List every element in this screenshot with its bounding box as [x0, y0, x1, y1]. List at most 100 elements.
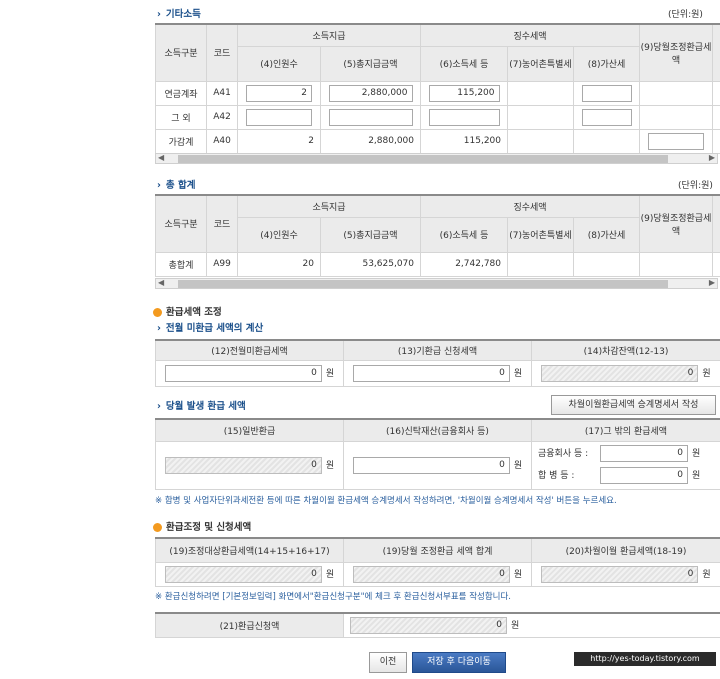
tax-input[interactable]	[428, 108, 500, 126]
table-cell: 2	[237, 80, 321, 106]
table-cell	[639, 251, 713, 277]
col-income-tax: (6)소득세 등	[420, 45, 508, 82]
applied-refund-input[interactable]: 0	[352, 364, 510, 382]
table-cell: (20)차월이월 환급세액(18-19)	[531, 537, 720, 563]
balance-field: 0	[541, 364, 699, 382]
table-cell: 그 외	[155, 104, 207, 130]
refund-request-note: ※ 환급신청하려면 [기본정보입력] 화면에서"환급신청구분"에 체크 후 환급…	[155, 592, 511, 602]
bullet-icon	[153, 523, 162, 532]
horizontal-scrollbar[interactable]: ◀ ▶	[155, 153, 718, 164]
col-code: 코드	[206, 23, 238, 82]
section-title-other-income: › 기타소득	[157, 9, 201, 20]
col-penalty-tax: (8)가산세	[573, 45, 640, 82]
bullet-icon	[153, 308, 162, 317]
table-cell: 징수세액	[420, 194, 640, 218]
carryover-statement-button[interactable]: 차월이월환급세액 승계명세서 작성	[551, 395, 716, 415]
table-cell: (6)소득세 등	[420, 216, 508, 253]
table-cell: 2,880,000	[320, 80, 421, 106]
table-cell: 0원	[343, 561, 532, 587]
table-row: 그 외 A42	[155, 104, 720, 130]
table-cell: A41	[206, 80, 238, 106]
table-cell: 115,200	[420, 80, 508, 106]
table-cell: 0원	[531, 359, 720, 387]
current-refund-table: (15)일반환급 (16)신탁재산(금융회사 등) (17)그 밖의 환급세액 0원…	[155, 418, 720, 490]
table-cell: (14)차감잔액(12-13)	[531, 339, 720, 361]
table-cell: 총합계	[155, 251, 207, 277]
general-refund-field: 0	[164, 456, 322, 474]
people-input[interactable]: 2	[246, 84, 312, 102]
refund-request-table: (19)조정대상환급세액(14+15+16+17) (19)당월 조정환급 세액 …	[155, 537, 720, 587]
table-cell: (19)조정대상환급세액(14+15+16+17)	[155, 537, 344, 563]
table-row: 연금계좌 A41 2 2,880,000 115,200	[155, 80, 720, 106]
table-cell: 2,880,000	[320, 128, 421, 154]
prev-refund-input[interactable]: 0	[164, 364, 322, 382]
table-cell: (15)일반환급	[155, 418, 344, 442]
table-cell: 가감계	[155, 128, 207, 154]
watermark: http://yes-today.tistory.com	[574, 652, 716, 666]
table-cell	[712, 251, 720, 277]
table-cell: A99	[206, 251, 238, 277]
table-cell: 0원	[343, 359, 532, 387]
col-income-type: 소득구분	[155, 23, 207, 82]
col-total-amount: (5)총지급금액	[320, 45, 421, 82]
col-refund-adjust: (9)당월조정환급세액	[639, 23, 713, 82]
people-input[interactable]	[246, 108, 312, 126]
table-cell: (17)그 밖의 환급세액	[531, 418, 720, 442]
table-cell	[237, 104, 321, 130]
table-cell: (21)환급신청액	[155, 612, 344, 638]
save-next-button[interactable]: 저장 후 다음이동	[412, 652, 506, 673]
table-cell	[573, 128, 640, 154]
table-cell: 2,742,780	[420, 251, 508, 277]
table-cell	[712, 23, 720, 82]
group-payment: 소득지급	[237, 23, 421, 47]
penalty-input[interactable]	[581, 84, 632, 102]
monthly-adjust-total-field: 0	[352, 565, 510, 583]
current-month-subtitle: › 당월 발생 환급 세액	[157, 401, 246, 412]
financial-refund-input[interactable]: 0	[600, 445, 688, 462]
tax-input[interactable]: 115,200	[428, 84, 500, 102]
table-row: 총합계 A99 20 53,625,070 2,742,780	[155, 251, 720, 277]
penalty-input[interactable]	[581, 108, 632, 126]
table-cell: 소득지급	[237, 194, 421, 218]
table-cell: 연금계좌	[155, 80, 207, 106]
table-cell: (7)농어촌특별세	[507, 216, 574, 253]
trust-refund-input[interactable]: 0	[352, 456, 510, 474]
table-cell	[573, 104, 640, 130]
horizontal-scrollbar[interactable]: ◀ ▶	[155, 278, 718, 289]
table-row: 가감계 A40 2 2,880,000 115,200	[155, 128, 720, 154]
table-cell	[573, 80, 640, 106]
refund-input[interactable]	[648, 132, 704, 150]
amount-input[interactable]: 2,880,000	[328, 84, 413, 102]
table-cell	[573, 251, 640, 277]
amount-input[interactable]	[328, 108, 413, 126]
table-cell	[507, 104, 574, 130]
prev-button[interactable]: 이전	[369, 652, 407, 673]
table-cell	[712, 128, 720, 154]
table-cell	[420, 104, 508, 130]
table-cell: (16)신탁재산(금융회사 등)	[343, 418, 532, 442]
table-cell: A40	[206, 128, 238, 154]
table-cell: 0원	[155, 561, 344, 587]
table-cell: 금융회사 등 :0원합 병 등 :0원	[531, 440, 720, 490]
table-cell	[507, 251, 574, 277]
table-cell: 0원	[343, 440, 532, 490]
table-cell: 20	[237, 251, 321, 277]
table-cell	[639, 104, 713, 130]
table-cell	[712, 104, 720, 130]
table-cell	[639, 80, 713, 106]
refund-amount-table: (21)환급신청액 0 원	[155, 612, 720, 638]
table-cell: 소득구분	[155, 194, 207, 253]
refund-adjust-title: 환급세액 조정	[153, 304, 222, 318]
table-cell: 53,625,070	[320, 251, 421, 277]
table-cell: 0원	[531, 561, 720, 587]
table-cell: 0원	[155, 440, 344, 490]
table-cell: (8)가산세	[573, 216, 640, 253]
unit-label: (단위:원)	[678, 181, 713, 191]
table-cell: 0원	[343, 612, 720, 638]
merger-refund-input[interactable]: 0	[600, 467, 688, 484]
col-people: (4)인원수	[237, 45, 321, 82]
table-cell	[507, 128, 574, 154]
table-cell: 코드	[206, 194, 238, 253]
table-cell: (19)당월 조정환급 세액 합계	[343, 537, 532, 563]
table-cell: A42	[206, 104, 238, 130]
